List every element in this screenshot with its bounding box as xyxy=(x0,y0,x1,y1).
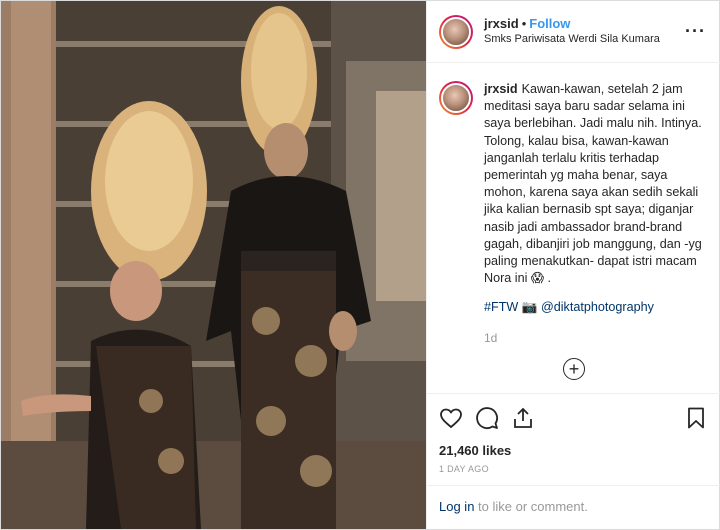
bookmark-icon[interactable] xyxy=(684,406,708,430)
post-header: jrxsid • Follow Smks Pariwisata Werdi Sila… xyxy=(427,1,720,63)
caption-body: jrxsid Kawan-kawan, setelah 2 jam meditas… xyxy=(484,81,704,347)
load-more-comments-icon[interactable]: + xyxy=(563,358,585,380)
comment-timestamp[interactable]: 1d xyxy=(484,330,704,347)
follow-button[interactable]: Follow xyxy=(529,16,570,31)
login-link[interactable]: Log in xyxy=(439,499,474,514)
username-link[interactable]: jrxsid xyxy=(484,16,519,31)
caption-tags: #FTW 📷 @diktatphotography xyxy=(484,299,704,316)
more-options-icon[interactable]: ··· xyxy=(685,21,706,42)
camera-emoji: 📷 xyxy=(521,300,538,315)
caption-comment: jrxsid Kawan-kawan, setelah 2 jam meditas… xyxy=(439,81,709,347)
photo-illustration xyxy=(1,1,426,529)
header-text: jrxsid • Follow Smks Pariwisata Werdi Sila… xyxy=(484,16,660,47)
post-modal: jrxsid • Follow Smks Pariwisata Werdi Sila… xyxy=(0,0,720,530)
mention-link[interactable]: @diktatphotography xyxy=(541,300,654,314)
separator-dot: • xyxy=(521,16,527,31)
comment-icon[interactable] xyxy=(475,406,499,430)
caption-username-link[interactable]: jrxsid xyxy=(484,82,518,96)
post-sidebar: jrxsid • Follow Smks Pariwisata Werdi Sila… xyxy=(426,1,720,529)
post-date[interactable]: 1 DAY AGO xyxy=(439,464,708,474)
post-photo[interactable] xyxy=(1,1,426,529)
heart-icon[interactable] xyxy=(439,406,463,430)
likes-count[interactable]: 21,460 likes xyxy=(439,443,708,458)
action-icons xyxy=(439,406,708,434)
login-prompt: Log in to like or comment. xyxy=(427,485,720,529)
avatar[interactable] xyxy=(439,14,473,49)
hashtag-link[interactable]: #FTW xyxy=(484,300,518,314)
caption-text: Kawan-kawan, setelah 2 jam meditasi saya… xyxy=(484,82,702,286)
location-link[interactable]: Smks Pariwisata Werdi Sila Kumara xyxy=(484,32,660,47)
caption-avatar[interactable] xyxy=(439,81,473,115)
share-icon[interactable] xyxy=(511,406,535,430)
login-text: to like or comment. xyxy=(474,499,588,514)
post-actions: 21,460 likes 1 DAY AGO xyxy=(427,393,720,485)
